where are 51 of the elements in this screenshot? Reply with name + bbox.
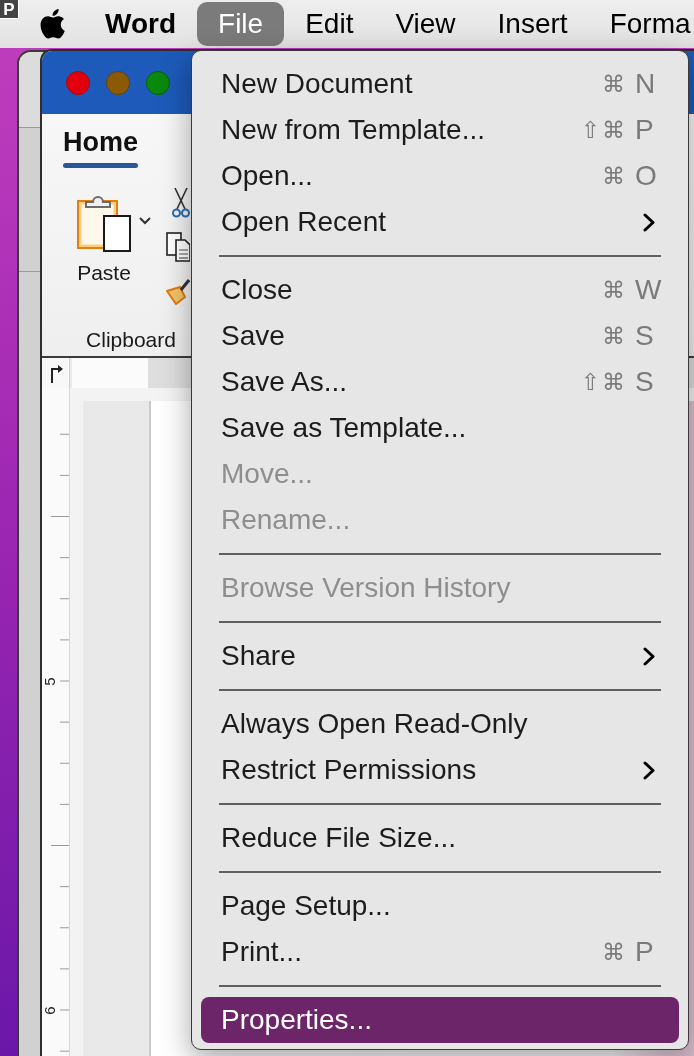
shortcut-modifiers: ⌘ (602, 324, 627, 348)
menu-bar-item[interactable]: Insert (476, 2, 589, 46)
corner-badge: P (0, 0, 19, 19)
copy-icon[interactable] (166, 232, 190, 262)
menu-item[interactable]: Open... ⌘ O (201, 153, 679, 199)
ruler-number: 6 (42, 1005, 57, 1015)
ruler-number: 5 (42, 676, 57, 686)
menu-item[interactable]: New from Template... ⇧⌘ P (201, 107, 679, 153)
shortcut-modifiers: ⌘ (602, 278, 627, 302)
shortcut-key: P (635, 116, 661, 144)
ribbon-tab[interactable]: Home (63, 129, 138, 168)
menu-item[interactable]: Save ⌘ S (201, 313, 679, 359)
shortcut-modifiers: ⌘ (602, 940, 627, 964)
menu-bar-item[interactable]: Forma (588, 2, 694, 46)
paste-button[interactable]: Paste (72, 187, 136, 283)
menu-item[interactable]: New Document ⌘ N (201, 61, 679, 107)
menu-item[interactable]: Restrict Permissions (201, 747, 679, 793)
scissors-icon[interactable] (172, 188, 190, 218)
chevron-right-icon (643, 760, 655, 780)
paintbrush-icon[interactable] (166, 278, 190, 305)
chevron-right-icon (643, 212, 655, 232)
shortcut-key: N (635, 70, 661, 98)
corner-arrow-icon[interactable] (48, 363, 63, 383)
group-label: Clipboard (86, 329, 176, 350)
menu-item[interactable]: Properties... (201, 997, 679, 1043)
shortcut-modifiers: ⌘ (602, 72, 627, 96)
app-menu[interactable]: Word (84, 2, 198, 46)
shortcut-key: S (635, 322, 661, 350)
shortcut-key: W (635, 276, 661, 304)
menu-item[interactable]: Share (201, 633, 679, 679)
menu-item[interactable]: Save As... ⇧⌘ S (201, 359, 679, 405)
chevron-right-icon (643, 646, 655, 666)
menu-item[interactable]: Page Setup... (201, 883, 679, 929)
paste-icon (77, 193, 131, 252)
shortcut-modifiers: ⇧⌘ (580, 370, 627, 394)
shortcut-key: O (635, 162, 661, 190)
shortcut-key: P (635, 938, 661, 966)
menu-item[interactable]: Open Recent (201, 199, 679, 245)
menu-item[interactable]: Reduce File Size... (201, 815, 679, 861)
shortcut-modifiers: ⌘ (602, 164, 627, 188)
menu-bar-item[interactable]: View (374, 2, 477, 46)
menu-bar-item[interactable]: File (197, 2, 285, 46)
menu-item[interactable]: Save as Template... (201, 405, 679, 451)
shortcut-modifiers: ⇧⌘ (580, 118, 627, 142)
apple-logo-icon[interactable] (40, 9, 65, 39)
menu-item[interactable]: Always Open Read-Only (201, 701, 679, 747)
shortcut-key: S (635, 368, 661, 396)
menu-item[interactable]: Print... ⌘ P (201, 929, 679, 975)
menu-bar-item[interactable]: Edit (284, 2, 375, 46)
caret-icon[interactable] (139, 217, 151, 225)
menu-item[interactable]: Close ⌘ W (201, 267, 679, 313)
